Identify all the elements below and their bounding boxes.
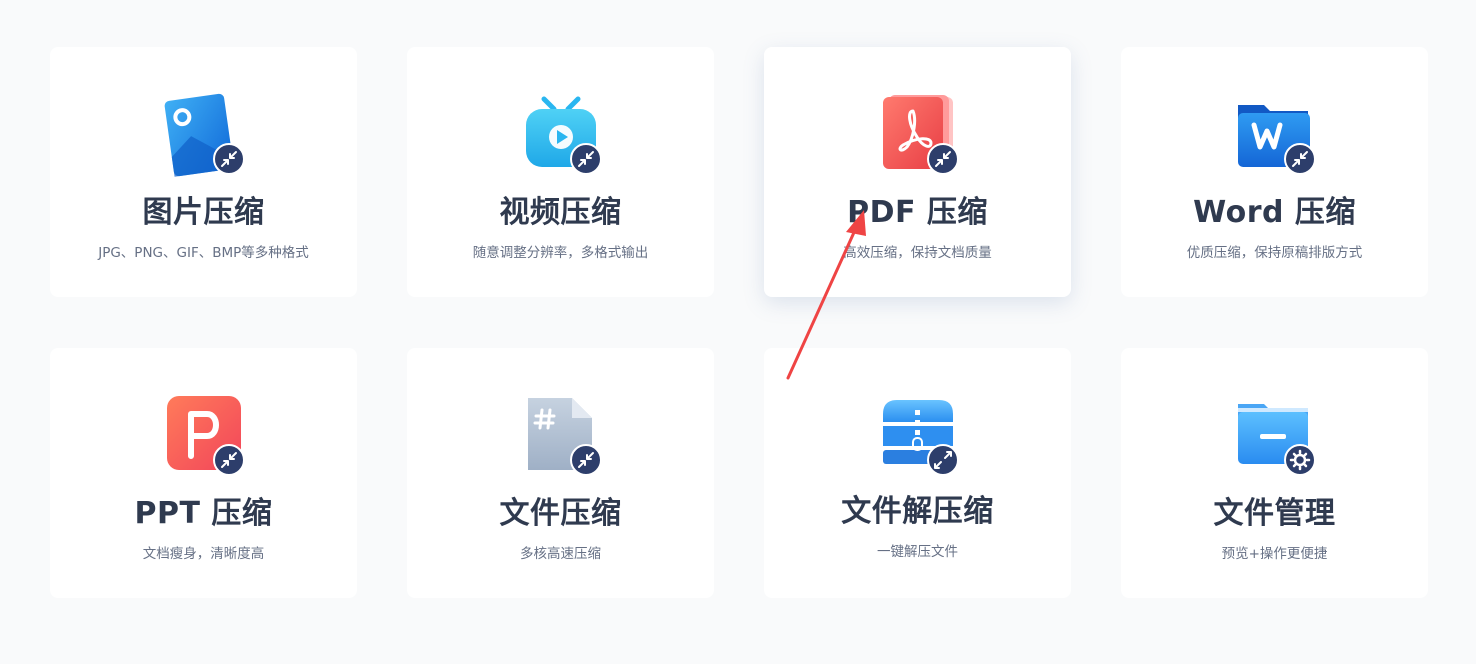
card-file-compress[interactable]: 文件压缩 多核高速压缩 [407, 348, 714, 598]
card-title: Word 压缩 [1193, 195, 1356, 230]
card-title: PDF 压缩 [847, 195, 988, 230]
card-description: JPG、PNG、GIF、BMP等多种格式 [98, 245, 309, 261]
card-title: 文件压缩 [499, 496, 622, 531]
ppt-compress-icon [159, 392, 249, 480]
card-ppt-compress[interactable]: PPT 压缩 文档瘦身，清晰度高 [50, 348, 357, 598]
card-image-compress[interactable]: 图片压缩 JPG、PNG、GIF、BMP等多种格式 [50, 47, 357, 297]
card-description: 高效压缩，保持文档质量 [843, 245, 992, 261]
file-manage-icon [1230, 392, 1320, 480]
card-description: 预览+操作更便捷 [1221, 546, 1328, 562]
image-compress-icon [159, 91, 249, 179]
card-description: 一键解压文件 [877, 544, 958, 560]
file-compress-icon [516, 392, 606, 480]
video-compress-icon [516, 91, 606, 179]
card-description: 优质压缩，保持原稿排版方式 [1186, 245, 1363, 261]
card-title: 文件管理 [1213, 496, 1336, 531]
card-description: 文档瘦身，清晰度高 [142, 546, 265, 562]
card-description: 多核高速压缩 [520, 546, 601, 562]
tool-grid: 图片压缩 JPG、PNG、GIF、BMP等多种格式 视频压缩 随意调整分辨率，多… [50, 47, 1428, 598]
card-title: 视频压缩 [499, 195, 622, 230]
file-decompress-icon [873, 392, 963, 480]
card-file-manage[interactable]: 文件管理 预览+操作更便捷 [1121, 348, 1428, 598]
card-word-compress[interactable]: Word 压缩 优质压缩，保持原稿排版方式 [1121, 47, 1428, 297]
card-title: 图片压缩 [142, 195, 265, 230]
card-file-decompress[interactable]: 文件解压缩 一键解压文件 [764, 348, 1071, 598]
word-compress-icon [1230, 91, 1320, 179]
card-title: PPT 压缩 [134, 496, 273, 531]
card-video-compress[interactable]: 视频压缩 随意调整分辨率，多格式输出 [407, 47, 714, 297]
card-description: 随意调整分辨率，多格式输出 [472, 245, 649, 261]
pdf-compress-icon [873, 91, 963, 179]
card-pdf-compress[interactable]: PDF 压缩 高效压缩，保持文档质量 [764, 47, 1071, 297]
card-title: 文件解压缩 [841, 494, 994, 529]
